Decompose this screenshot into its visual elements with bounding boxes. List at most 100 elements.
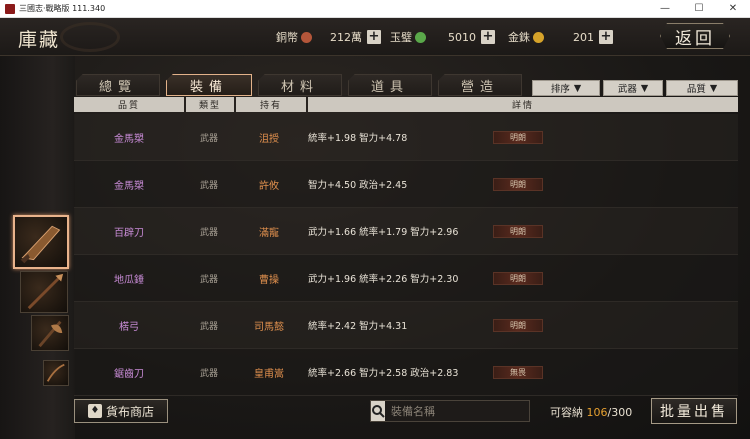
col-details: 詳情 [308,97,738,112]
item-name: 鋸齒刀 [114,368,144,380]
col-type[interactable]: 類型 [186,97,234,112]
search-icon[interactable] [371,401,385,421]
resource-jade: 玉璧 5010 + [390,27,495,47]
trait-badge: 明朗 [493,318,543,332]
item-thumbnail[interactable] [31,315,69,351]
col-quality[interactable]: 品質 [74,97,184,112]
item-details: 統率+2.66 智力+2.58 政治+2.83 [308,368,459,379]
saber-icon [46,363,65,382]
item-name: 金馬槊 [114,180,144,192]
game-area: 庫藏 銅幣 212萬 + 玉璧 5010 + 金銖 201 + 返回 總覽 裝備… [0,18,750,439]
minimize-icon[interactable]: — [648,0,682,18]
item-thumbnail[interactable] [20,271,68,313]
trait-badge: 明朗 [493,177,543,191]
item-holder: 司馬懿 [254,321,284,333]
window-titlebar: 三國志·戰略版 111.340 — ☐ ✕ [0,0,750,18]
capacity-readout: 可容納 106/300 [550,404,632,420]
resource-value: 212萬 [330,31,362,44]
table-row[interactable]: 楛弓 武器 司馬懿 統率+2.42 智力+4.31 明朗 [74,302,738,349]
resource-value: 5010 [448,30,476,44]
item-details: 武力+1.66 統率+1.79 智力+2.96 [308,227,459,238]
item-name: 金馬槊 [114,133,144,145]
close-icon[interactable]: ✕ [716,0,750,18]
shop-icon: ♦ [87,404,102,418]
quality-dropdown[interactable]: 品質 ▼ [666,80,738,96]
resource-label: 玉璧 [390,31,412,44]
item-name: 楛弓 [119,321,139,333]
capacity-max: /300 [607,406,633,419]
search-input[interactable] [385,401,537,421]
add-copper-button[interactable]: + [367,30,381,44]
weapon-dropdown[interactable]: 武器 ▼ [603,80,663,96]
maximize-icon[interactable]: ☐ [682,0,716,18]
header-bar: 庫藏 銅幣 212萬 + 玉璧 5010 + 金銖 201 + 返回 [0,18,750,56]
gold-coin-icon [533,31,544,43]
spear-icon [27,273,64,310]
window-title: 三國志·戰略版 111.340 [19,4,106,13]
trait-badge: 無畏 [493,365,543,379]
page-title: 庫藏 [18,29,61,51]
app-icon [5,3,15,14]
add-jade-button[interactable]: + [481,30,495,44]
item-holder: 沮授 [259,133,279,145]
weapon-label: 武器 [617,84,637,95]
table-row[interactable]: 金馬槊 武器 沮授 統率+1.98 智力+4.78 明朗 [74,114,738,161]
trait-badge: 明朗 [493,130,543,144]
item-details: 智力+4.50 政治+2.45 [308,180,408,191]
resource-label: 銅幣 [276,31,298,44]
table-row[interactable]: 金馬槊 武器 許攸 智力+4.50 政治+2.45 明朗 [74,161,738,208]
item-thumbnail-selected[interactable] [13,215,69,269]
tab-construction[interactable]: 營造 [438,74,522,96]
chevron-down-icon: ▼ [640,82,649,94]
add-gold-button[interactable]: + [599,30,613,44]
resource-gold: 金銖 201 + [508,27,613,47]
back-button[interactable]: 返回 [660,23,730,49]
axe-icon [38,320,63,348]
tab-items[interactable]: 道具 [348,74,432,96]
item-thumbnail[interactable] [43,360,69,386]
tab-overview[interactable]: 總覽 [76,74,160,96]
sort-label: 排序 [550,84,570,95]
table-row[interactable]: 鋸齒刀 武器 皇甫嵩 統率+2.66 智力+2.58 政治+2.83 無畏 [74,349,738,396]
item-type: 武器 [199,321,218,332]
resource-label: 金銖 [508,31,530,44]
blade-icon [20,225,61,264]
resource-copper: 銅幣 212萬 + [276,27,381,47]
currency-shop-button[interactable]: ♦ 貨布商店 [74,399,168,423]
trait-badge: 明朗 [493,224,543,238]
item-holder: 皇甫嵩 [254,368,284,380]
capacity-label: 可容納 [550,406,583,419]
quality-label: 品質 [686,84,706,95]
decorative-swirl [60,22,120,52]
shop-label: 貨布商店 [105,404,154,419]
table-header: 品質 類型 持有 詳情 [74,97,738,112]
item-details: 武力+1.96 統率+2.26 智力+2.30 [308,274,459,285]
copper-coin-icon [301,31,312,43]
item-holder: 曹操 [259,274,279,286]
trait-badge: 明朗 [493,271,543,285]
item-type: 武器 [199,180,218,191]
chevron-down-icon: ▼ [573,82,582,94]
item-name: 地瓜錘 [114,274,144,286]
item-name: 百辟刀 [114,227,144,239]
item-type: 武器 [199,368,218,379]
jade-coin-icon [415,31,426,43]
equipment-table: 金馬槊 武器 沮授 統率+1.98 智力+4.78 明朗 金馬槊 武器 許攸 智… [74,114,738,397]
table-row[interactable]: 百辟刀 武器 滿寵 武力+1.66 統率+1.79 智力+2.96 明朗 [74,208,738,255]
tab-materials[interactable]: 材料 [258,74,342,96]
table-row[interactable]: 地瓜錘 武器 曹操 武力+1.96 統率+2.26 智力+2.30 明朗 [74,255,738,302]
item-type: 武器 [199,133,218,144]
item-details: 統率+1.98 智力+4.78 [308,133,408,144]
item-type: 武器 [199,227,218,238]
item-details: 統率+2.42 智力+4.31 [308,321,408,332]
item-holder: 滿寵 [259,227,279,239]
resource-value: 201 [573,30,594,44]
sort-dropdown[interactable]: 排序 ▼ [532,80,600,96]
item-type: 武器 [199,274,218,285]
capacity-current: 106 [586,406,608,419]
col-holder[interactable]: 持有 [236,97,306,112]
chevron-down-icon: ▼ [709,82,718,94]
tab-equipment[interactable]: 裝備 [166,74,252,96]
batch-sell-button[interactable]: 批量出售 [651,398,737,424]
item-holder: 許攸 [259,180,279,192]
